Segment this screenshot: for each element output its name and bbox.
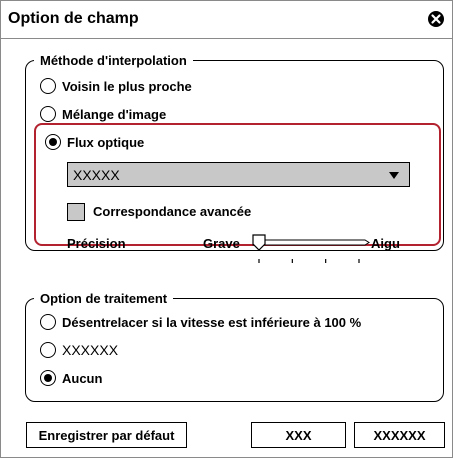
- interpolation-legend: Méthode d'interpolation: [40, 53, 187, 68]
- radio-label: Flux optique: [67, 134, 145, 150]
- radio-label: Mélange d'image: [62, 106, 167, 122]
- radio-label: Aucun: [62, 370, 103, 386]
- radio-button[interactable]: [40, 370, 56, 386]
- field-option-dialog: Option de champ Méthode d'interpolation …: [0, 0, 453, 458]
- radio-optical-flow[interactable]: Flux optique: [45, 134, 144, 150]
- close-icon[interactable]: [427, 10, 445, 28]
- radio-button[interactable]: [40, 314, 56, 330]
- radio-none[interactable]: Aucun: [40, 370, 102, 386]
- dropdown-arrow-icon: [389, 172, 399, 179]
- radio-button[interactable]: [40, 78, 56, 94]
- radio-nearest-neighbor[interactable]: Voisin le plus proche: [40, 78, 192, 94]
- advanced-matching-label: Correspondance avancée: [93, 204, 252, 219]
- radio-button[interactable]: [40, 106, 56, 122]
- precision-label: Précision: [67, 236, 126, 251]
- advanced-matching-checkbox[interactable]: [67, 203, 85, 221]
- optical-flow-select[interactable]: XXXXX: [67, 162, 410, 187]
- slider-min-label: Grave: [203, 236, 240, 251]
- dialog-title: Option de champ: [8, 10, 139, 27]
- processing-legend: Option de traitement: [40, 291, 168, 306]
- xxxxxx-button[interactable]: XXXXXX: [354, 422, 445, 448]
- radio-label: XXXXXX: [62, 342, 119, 358]
- radio-button[interactable]: [45, 134, 61, 150]
- select-value: XXXXX: [73, 167, 120, 183]
- precision-slider[interactable]: [251, 233, 371, 263]
- slider-ticks: [258, 259, 360, 263]
- slider-track: [252, 239, 370, 246]
- slider-max-label: Aigu: [371, 236, 400, 251]
- radio-label: Désentrelacer si la vitesse est inférieu…: [62, 314, 362, 330]
- radio-deinterlace[interactable]: Désentrelacer si la vitesse est inférieu…: [40, 314, 361, 330]
- save-default-button[interactable]: Enregistrer par défaut: [26, 422, 187, 448]
- title-bar: Option de champ: [1, 1, 452, 39]
- radio-label: Voisin le plus proche: [62, 78, 192, 94]
- radio-image-blend[interactable]: Mélange d'image: [40, 106, 166, 122]
- xxx-button[interactable]: XXX: [251, 422, 346, 448]
- slider-thumb: [252, 234, 266, 251]
- radio-button[interactable]: [40, 342, 56, 358]
- radio-xxxxxx[interactable]: XXXXXX: [40, 342, 118, 358]
